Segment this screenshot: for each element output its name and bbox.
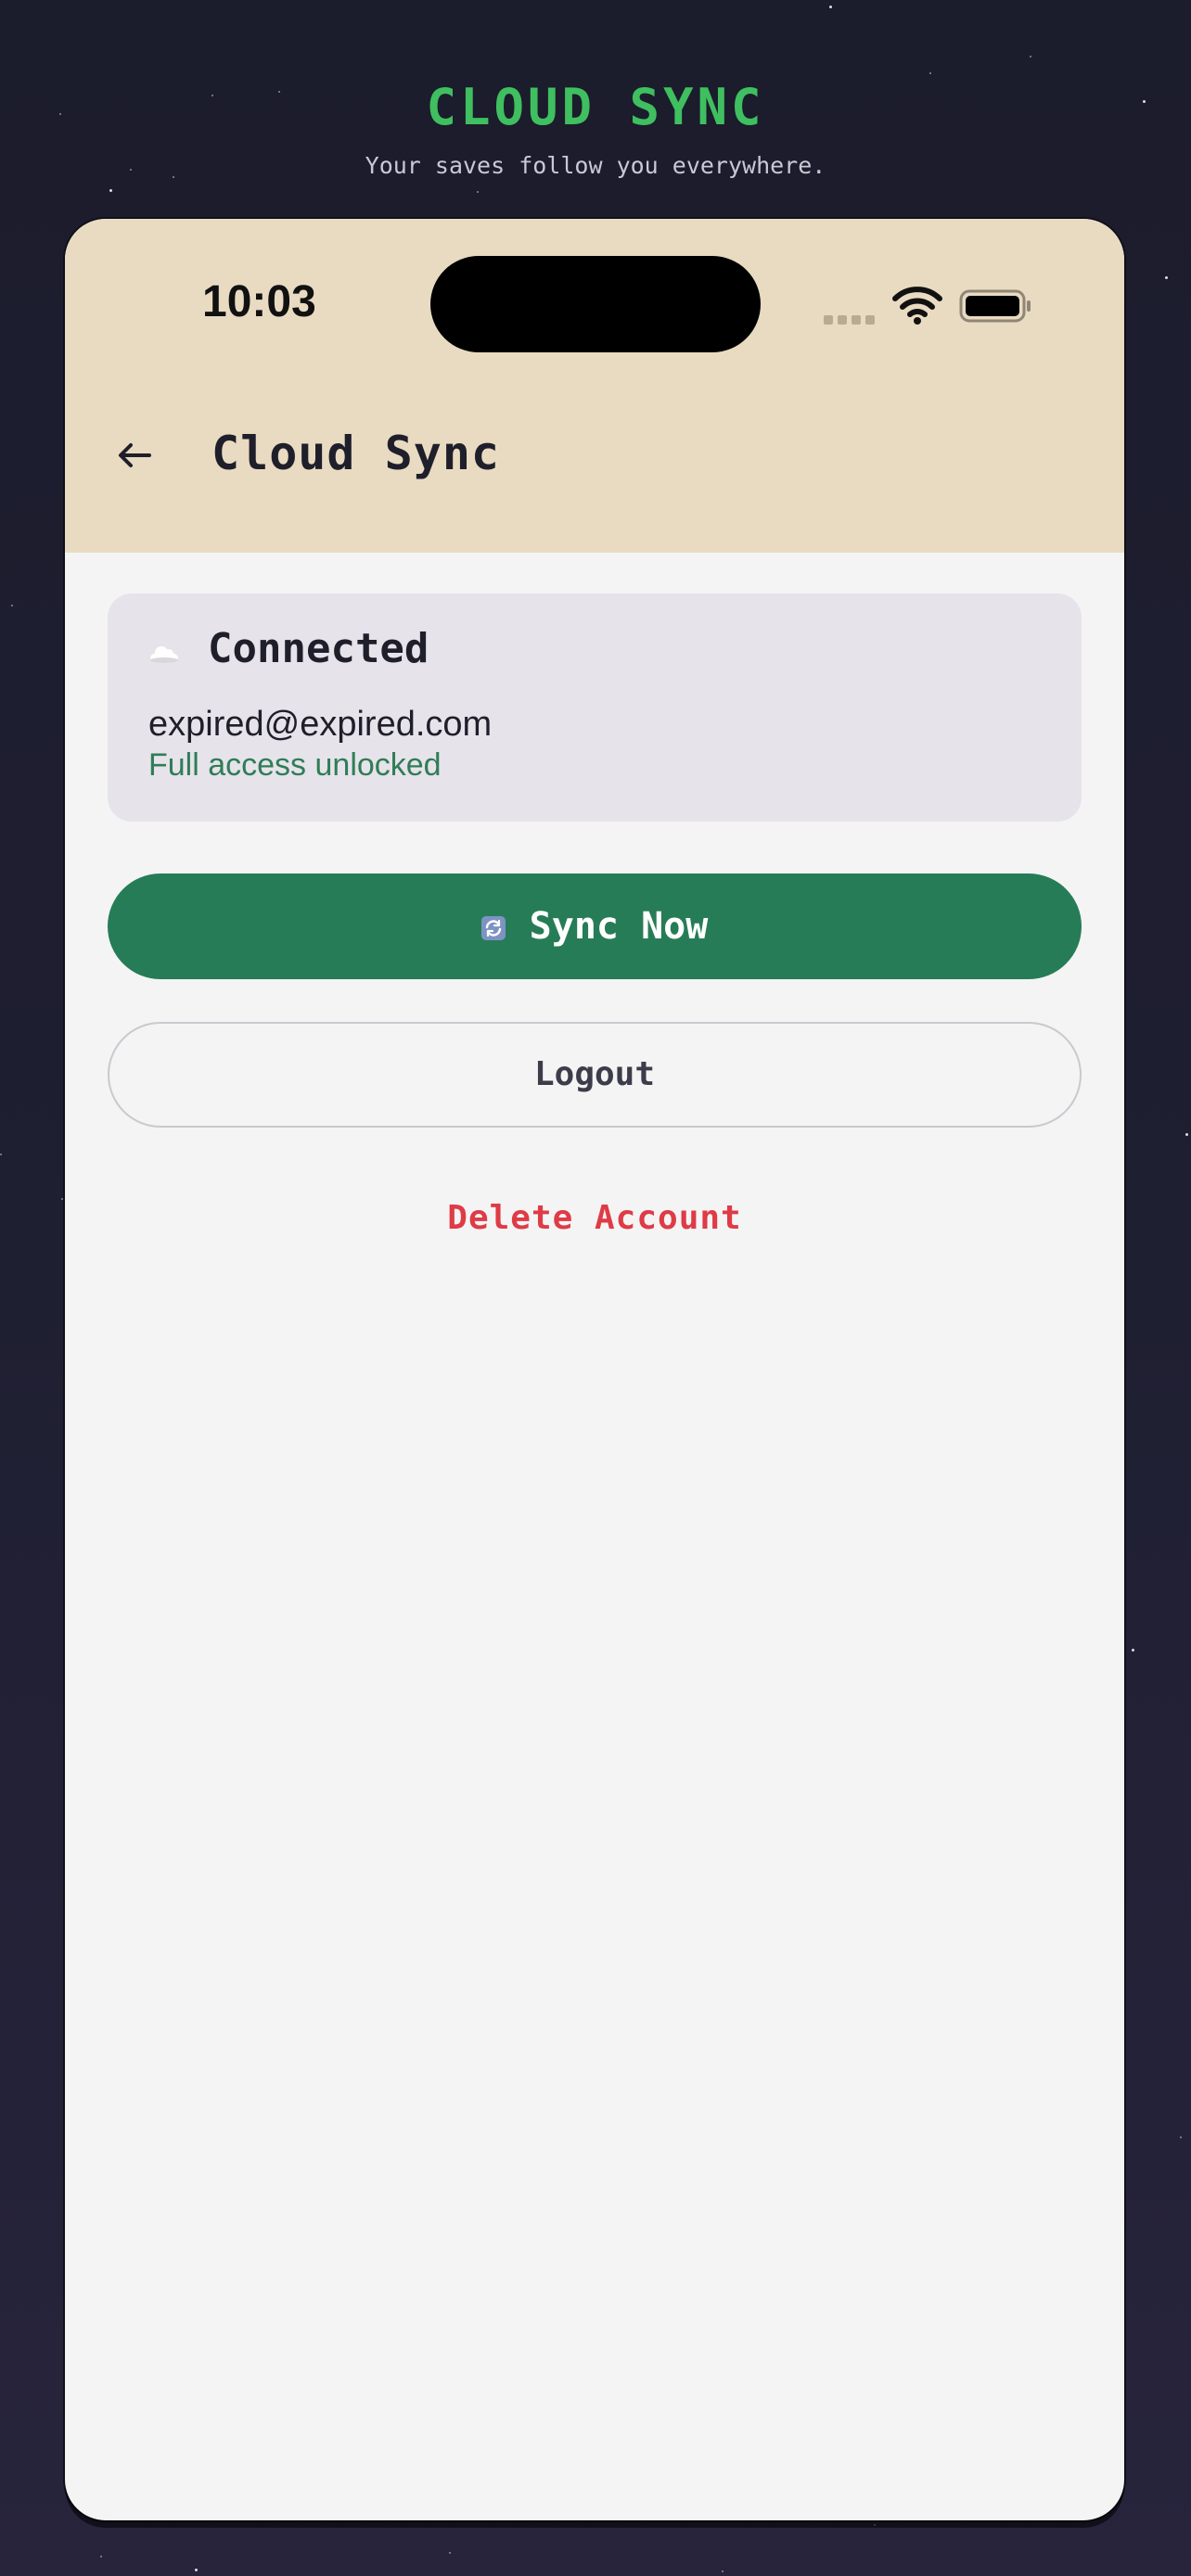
logout-label: Logout <box>533 1055 656 1093</box>
status-bar: 10:03 <box>65 219 1124 358</box>
hero-title: CLOUD SYNC <box>426 78 765 136</box>
dynamic-island <box>430 256 761 352</box>
connection-status: Connected <box>208 625 429 672</box>
account-email: expired@expired.com <box>148 705 493 744</box>
back-button[interactable] <box>111 432 158 478</box>
status-time: 10:03 <box>202 277 316 326</box>
sync-now-label: Sync Now <box>529 905 709 948</box>
card-header: Connected <box>148 621 429 677</box>
page-title: Cloud Sync <box>211 427 501 480</box>
sync-icon <box>480 916 506 940</box>
signal-dots-icon <box>824 315 875 325</box>
arrow-left-icon <box>119 443 151 467</box>
delete-account-link[interactable]: Delete Account <box>108 1196 1082 1241</box>
sync-now-button[interactable]: Sync Now <box>108 874 1082 979</box>
app-header: Cloud Sync <box>65 358 1124 553</box>
phone-frame: 10:03 Cloud Sync Connected expired@expir… <box>65 219 1124 2520</box>
account-status-card: Connected expired@expired.com Full acces… <box>108 593 1082 822</box>
wifi-icon <box>892 287 942 325</box>
cloud-icon <box>150 646 178 663</box>
battery-icon <box>959 289 1031 323</box>
hero-subtitle: Your saves follow you everywhere. <box>365 152 826 179</box>
logout-button[interactable]: Logout <box>108 1022 1082 1128</box>
access-status: Full access unlocked <box>148 747 442 783</box>
